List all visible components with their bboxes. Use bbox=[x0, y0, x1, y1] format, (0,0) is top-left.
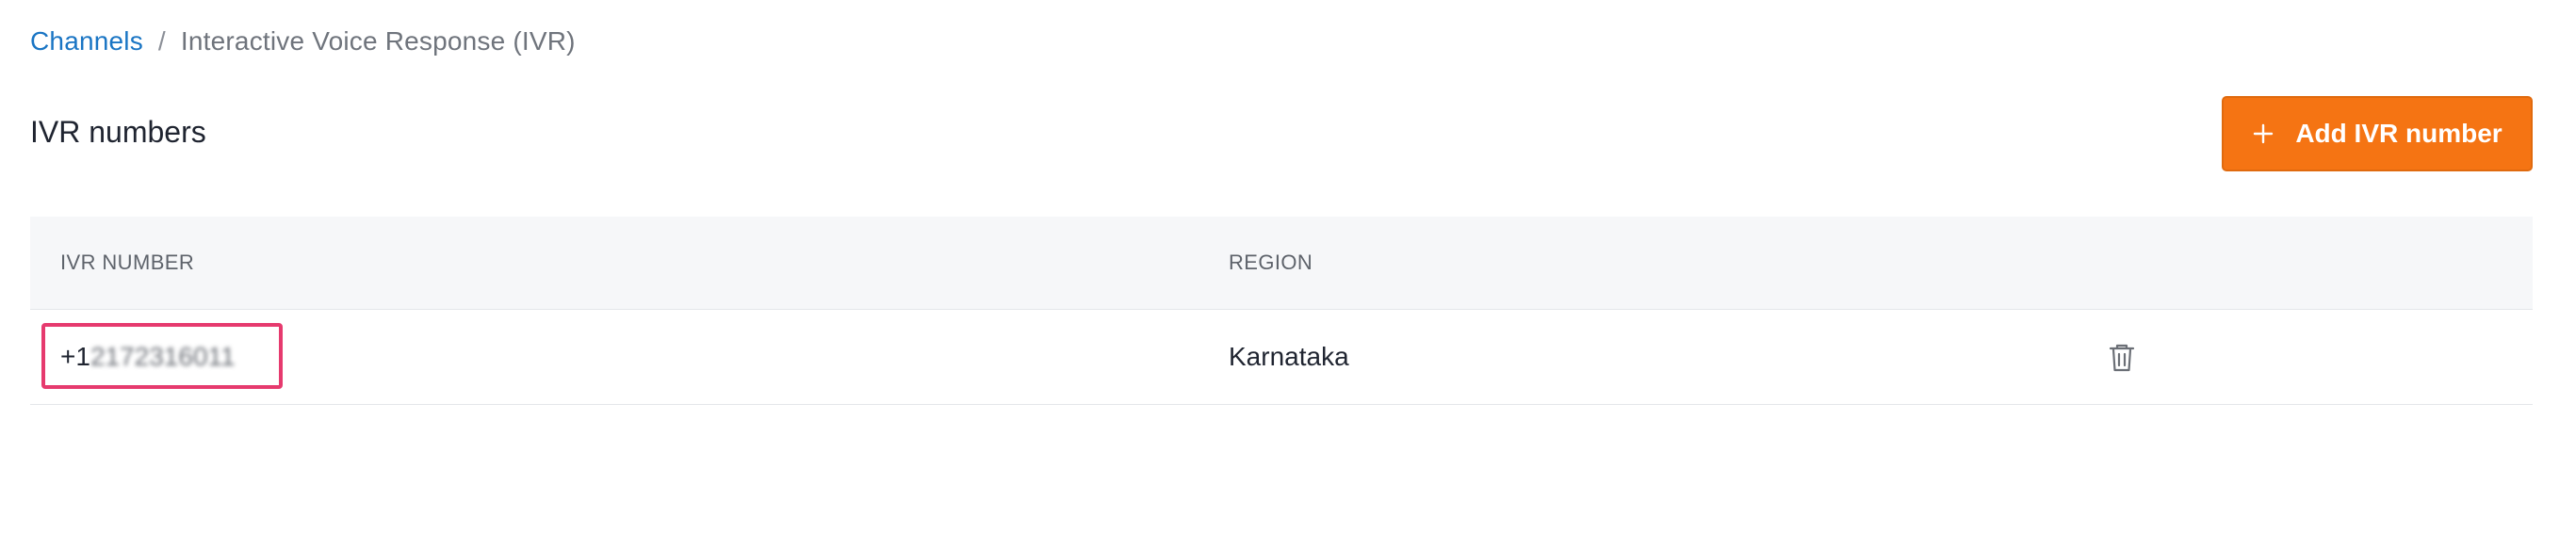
ivr-numbers-table: IVR NUMBER REGION +1 2172316011 Karnataka bbox=[30, 217, 2533, 405]
table-header: IVR NUMBER REGION bbox=[30, 217, 2533, 310]
ivr-number-prefix: +1 bbox=[60, 342, 90, 371]
region-cell: Karnataka bbox=[1229, 342, 1349, 371]
page-title: IVR numbers bbox=[30, 115, 206, 149]
table-row: +1 2172316011 Karnataka bbox=[30, 310, 2533, 405]
ivr-number-masked: 2172316011 bbox=[90, 342, 236, 371]
column-header-region: REGION bbox=[1229, 250, 1313, 274]
ivr-number-cell: +1 2172316011 bbox=[60, 310, 236, 404]
column-header-ivr-number: IVR NUMBER bbox=[60, 250, 195, 274]
breadcrumb: Channels / Interactive Voice Response (I… bbox=[30, 26, 576, 57]
add-ivr-number-label: Add IVR number bbox=[2295, 119, 2503, 148]
breadcrumb-current: Interactive Voice Response (IVR) bbox=[180, 26, 576, 56]
breadcrumb-separator: / bbox=[157, 26, 166, 56]
breadcrumb-channels-link[interactable]: Channels bbox=[30, 26, 143, 57]
trash-icon[interactable] bbox=[2107, 342, 2137, 374]
plus-icon bbox=[2254, 123, 2274, 144]
add-ivr-number-button[interactable]: Add IVR number bbox=[2222, 96, 2533, 171]
